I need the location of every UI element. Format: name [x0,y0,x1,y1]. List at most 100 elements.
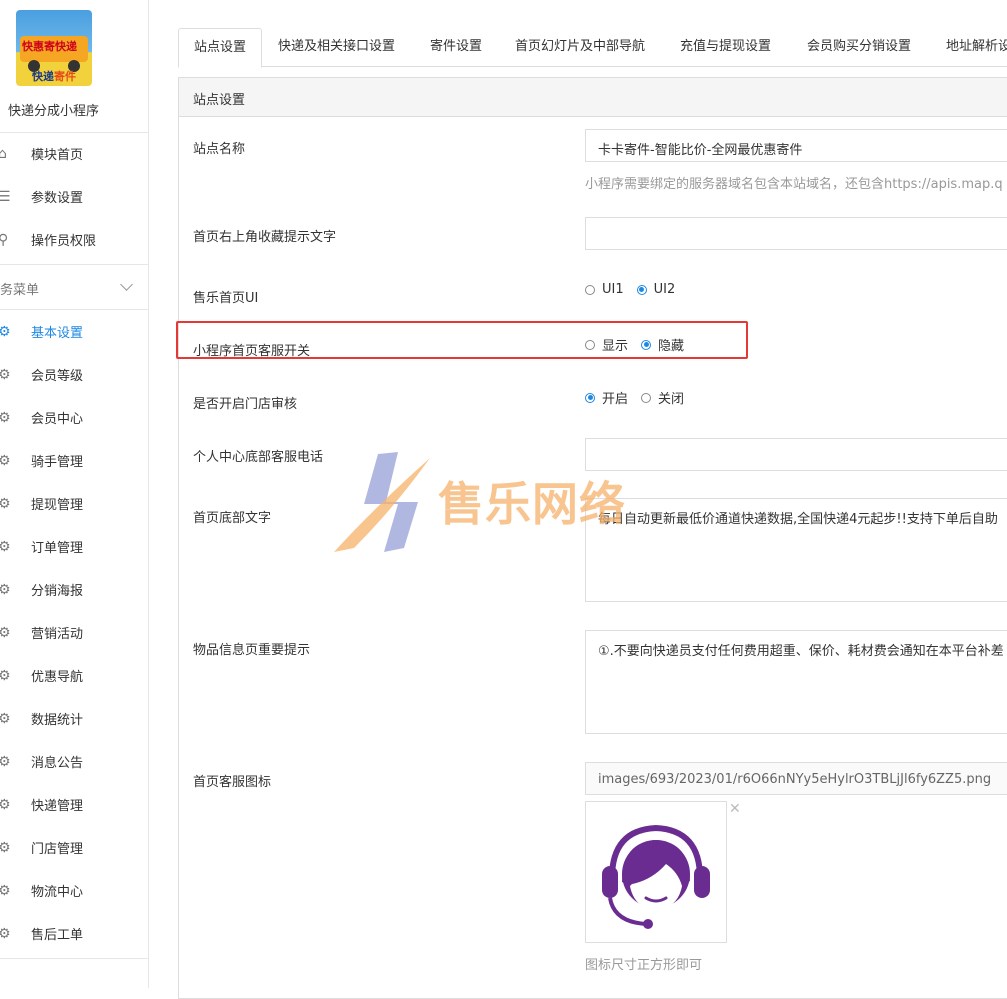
item-tip-label: 物品信息页重要提示 [193,643,311,658]
store-review-option-on[interactable]: 开启 [585,388,628,407]
fav-tip-label: 首页右上角收藏提示文字 [193,230,337,245]
sidebar-item-9[interactable]: ⚙ 数据统计 [0,697,148,740]
tab-address-parse[interactable]: 地址解析设 [946,28,1007,66]
sidebar-item-4[interactable]: ⚙ 提现管理 [0,482,148,525]
sidebar-item-label: 快递管理 [31,799,84,814]
service-phone-label: 个人中心底部客服电话 [193,450,324,465]
sidebar-item-label: 骑手管理 [31,455,84,470]
user-key-icon: ⚲ [0,231,9,248]
service-phone-input[interactable] [585,438,1007,471]
radio-checked-icon [636,284,647,295]
site-name-label: 站点名称 [193,142,246,157]
radio-checked-icon [585,392,595,403]
sidebar-item-label: 营销活动 [31,627,84,642]
sidebar-item-7[interactable]: ⚙ 营销活动 [0,611,148,654]
gear-icon: ⚙ [0,409,11,426]
close-icon[interactable]: ✕ [729,801,741,817]
sidebar-item-11[interactable]: ⚙ 快递管理 [0,783,148,826]
gear-icon: ⚙ [0,581,11,598]
tab-send-settings[interactable]: 寄件设置 [430,28,482,66]
app-logo: 快惠寄快递 快递寄件 [16,10,92,86]
gear-icon: ⚙ [0,753,11,770]
logo-line1: 快惠寄快递 [22,40,77,53]
tab-recharge-withdraw[interactable]: 充值与提现设置 [680,28,771,66]
sidebar-item-1[interactable]: ⚙ 会员等级 [0,353,148,396]
sidebar-item-label: 优惠导航 [31,670,84,685]
site-name-input[interactable]: 卡卡寄件-智能比价-全网最优惠寄件 [585,129,1007,162]
gear-icon: ⚙ [0,452,11,469]
sidebar-item-5[interactable]: ⚙ 订单管理 [0,525,148,568]
sidebar-item-params[interactable]: ☰ 参数设置 [0,175,148,218]
gear-icon: ⚙ [0,624,11,641]
gear-icon: ⚙ [0,710,11,727]
sidebar-item-8[interactable]: ⚙ 优惠导航 [0,654,148,697]
divider [0,264,148,265]
sidebar-item-label: 消息公告 [31,756,84,771]
service-switch-label: 小程序首页客服开关 [193,344,311,359]
ui-option-ui1[interactable]: UI1 [585,282,624,297]
sidebar-item-label: 售后工单 [31,928,84,943]
site-name-hint: 小程序需要绑定的服务器域名包含本站域名，还包含https://apis.map.… [585,177,1003,192]
sidebar-item-operator[interactable]: ⚲ 操作员权限 [0,218,148,261]
gear-icon: ⚙ [0,495,11,512]
service-option-hide[interactable]: 隐藏 [641,335,684,354]
sidebar: 快惠寄快递 快递寄件 快递分成小程序 ⌂ 模块首页 ☰ 参数设置 ⚲ 操作员权限… [0,0,149,988]
menu-group-header[interactable]: 务菜单 [0,266,148,309]
sidebar-item-label: 提现管理 [31,498,84,513]
gear-icon: ⚙ [0,323,11,340]
service-icon-label: 首页客服图标 [193,775,272,790]
footer-text-label: 首页底部文字 [193,511,272,526]
gear-icon: ⚙ [0,839,11,856]
footer-text-textarea[interactable]: 每日自动更新最低价通道快递数据,全国快递4元起步!!支持下单后自助 [585,498,1007,602]
ui-label: 售乐首页UI [193,291,259,306]
tab-bar: 站点设置 快递及相关接口设置 寄件设置 首页幻灯片及中部导航 充值与提现设置 会… [178,28,1007,68]
sliders-icon: ☰ [0,188,11,205]
service-option-show[interactable]: 显示 [585,335,628,354]
headset-agent-icon [602,824,710,929]
gear-icon: ⚙ [0,538,11,555]
ui-radio-group: UI1 UI2 [585,282,688,297]
sidebar-item-label: 基本设置 [31,326,84,341]
sidebar-item-label: 会员中心 [31,412,84,427]
sidebar-item-0[interactable]: ⚙ 基本设置 [0,310,148,353]
sidebar-item-3[interactable]: ⚙ 骑手管理 [0,439,148,482]
sidebar-item-14[interactable]: ⚙ 售后工单 [0,912,148,955]
service-icon-hint: 图标尺寸正方形即可 [585,958,703,973]
fav-tip-input[interactable] [585,217,1007,250]
app-name: 快递分成小程序 [8,104,100,119]
logo-brand: 快递寄件 [32,70,76,83]
item-tip-textarea[interactable]: ①.不要向快递员支付任何费用超重、保价、耗材费会通知在本平台补差 [585,630,1007,734]
panel-header: 站点设置 [179,78,1007,117]
tab-slides-nav[interactable]: 首页幻灯片及中部导航 [515,28,645,66]
sidebar-item-6[interactable]: ⚙ 分销海报 [0,568,148,611]
tab-member-distribution[interactable]: 会员购买分销设置 [807,28,911,66]
radio-icon [585,339,595,350]
divider [0,958,148,959]
sidebar-item-10[interactable]: ⚙ 消息公告 [0,740,148,783]
sidebar-item-12[interactable]: ⚙ 门店管理 [0,826,148,869]
chevron-down-icon [120,278,133,291]
sidebar-item-13[interactable]: ⚙ 物流中心 [0,869,148,912]
sidebar-item-label: 数据统计 [31,713,84,728]
store-review-radio-group: 开启 关闭 [585,388,697,407]
service-icon-path-input[interactable]: images/693/2023/01/r6O66nNYy5eHylrO3TBLj… [585,762,1007,795]
gear-icon: ⚙ [0,882,11,899]
sidebar-item-label: 分销海报 [31,584,84,599]
sidebar-item-label: 订单管理 [31,541,84,556]
sidebar-item-label: 会员等级 [31,369,84,384]
store-review-option-off[interactable]: 关闭 [641,388,684,407]
service-switch-radio-group: 显示 隐藏 [585,335,697,354]
panel-title: 站点设置 [193,93,246,108]
sidebar-item-2[interactable]: ⚙ 会员中心 [0,396,148,439]
radio-checked-icon [641,339,652,350]
tab-site-settings[interactable]: 站点设置 [178,28,262,68]
ui-option-ui2[interactable]: UI2 [636,282,675,297]
tab-express-api[interactable]: 快递及相关接口设置 [278,28,395,66]
sidebar-item-label: 物流中心 [31,885,84,900]
service-icon-preview [585,801,727,943]
gear-icon: ⚙ [0,925,11,942]
home-icon: ⌂ [0,145,7,162]
gear-icon: ⚙ [0,366,11,383]
gear-icon: ⚙ [0,667,11,684]
sidebar-item-home[interactable]: ⌂ 模块首页 [0,132,148,175]
